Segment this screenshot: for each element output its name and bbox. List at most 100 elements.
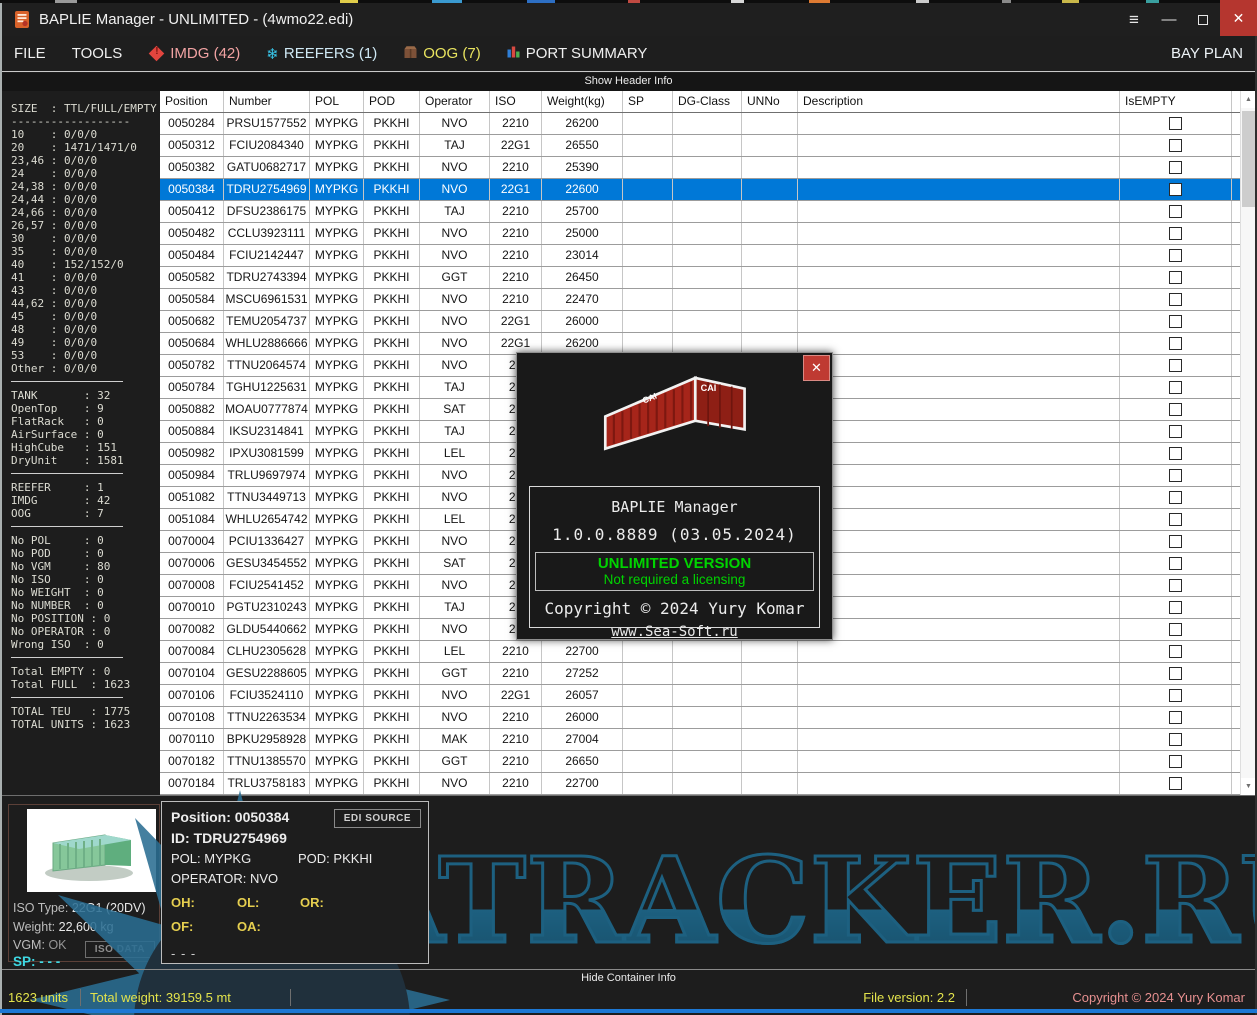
table-row[interactable]: 0050412DFSU2386175MYPKGPKKHITAJ221025700 [160,201,1255,223]
hide-container-info-toggle[interactable]: Hide Container Info [2,969,1255,986]
isempty-checkbox[interactable] [1169,557,1182,570]
column-header-iso[interactable]: ISO [490,91,542,112]
table-row[interactable]: 0050582TDRU2743394MYPKGPKKHIGGT221026450 [160,267,1255,289]
menu-port-summary[interactable]: PORT SUMMARY [507,45,648,62]
column-header-dg-class[interactable]: DG-Class [673,91,742,112]
menu-imdg[interactable]: ! IMDG (42) [148,45,240,62]
dialog-close-button[interactable]: ✕ [803,355,830,381]
edi-source-button[interactable]: EDI SOURCE [334,809,421,828]
sidebar-stat-line: OpenTop : 9 [11,402,160,415]
table-row[interactable]: 0070182TTNU1385570MYPKGPKKHIGGT221026650 [160,751,1255,773]
table-row[interactable]: 0050584MSCU6961531MYPKGPKKHINVO221022470 [160,289,1255,311]
table-row[interactable]: 0050484FCIU2142447MYPKGPKKHINVO221023014 [160,245,1255,267]
vertical-scrollbar[interactable]: ▲ ▼ [1240,91,1255,795]
isempty-checkbox[interactable] [1169,667,1182,680]
isempty-checkbox[interactable] [1169,139,1182,152]
column-header-pod[interactable]: POD [364,91,420,112]
column-header-pol[interactable]: POL [310,91,364,112]
isempty-checkbox[interactable] [1169,161,1182,174]
isempty-checkbox[interactable] [1169,447,1182,460]
sidebar-stat-line: 49 : 0/0/0 [11,336,160,349]
isempty-checkbox[interactable] [1169,645,1182,658]
isempty-checkbox[interactable] [1169,777,1182,790]
column-header-position[interactable]: Position [160,91,224,112]
isempty-checkbox[interactable] [1169,293,1182,306]
cell-sp [623,201,673,222]
menu-tools[interactable]: TOOLS [72,45,123,62]
cell-position: 0050484 [160,245,224,266]
column-header-unno[interactable]: UNNo [742,91,798,112]
table-row[interactable]: 0050384TDRU2754969MYPKGPKKHINVO22G122600 [160,179,1255,201]
isempty-checkbox[interactable] [1169,711,1182,724]
table-row[interactable]: 0050284PRSU1577552MYPKGPKKHINVO221026200 [160,113,1255,135]
minimize-button[interactable]: — [1152,3,1186,36]
cell-dg-class [673,179,742,200]
column-header-number[interactable]: Number [224,91,310,112]
scrollbar-thumb[interactable] [1242,111,1255,207]
scroll-up-button[interactable]: ▲ [1241,91,1255,108]
cell-operator: NVO [420,575,490,596]
isempty-checkbox[interactable] [1169,513,1182,526]
isempty-checkbox[interactable] [1169,491,1182,504]
column-header-weight-kg-[interactable]: Weight(kg) [542,91,623,112]
menu-oog[interactable]: OOG (7) [403,45,481,63]
isempty-checkbox[interactable] [1169,359,1182,372]
isempty-checkbox[interactable] [1169,117,1182,130]
isempty-checkbox[interactable] [1169,271,1182,284]
isempty-checkbox[interactable] [1169,535,1182,548]
table-row[interactable]: 0070108TTNU2263534MYPKGPKKHINVO221026000 [160,707,1255,729]
cell-pod: PKKHI [364,773,420,794]
table-row[interactable]: 0050312FCIU2084340MYPKGPKKHITAJ22G126550 [160,135,1255,157]
table-row[interactable]: 0050482CCLU3923111MYPKGPKKHINVO221025000 [160,223,1255,245]
isempty-checkbox[interactable] [1169,227,1182,240]
isempty-checkbox[interactable] [1169,315,1182,328]
column-header-description[interactable]: Description [798,91,1120,112]
column-header-isempty[interactable]: IsEMPTY [1120,91,1232,112]
cell-dg-class [673,641,742,662]
license-line-2: Not required a licensing [536,572,813,587]
isempty-checkbox[interactable] [1169,623,1182,636]
cell-description [798,707,1120,728]
isempty-checkbox[interactable] [1169,601,1182,614]
cell-description [798,531,1120,552]
close-button[interactable]: ✕ [1220,0,1257,36]
menu-reefers[interactable]: ❄ REEFERS (1) [266,45,377,63]
cell-sp [623,245,673,266]
website-link[interactable]: www.Sea-Soft.ru [530,624,819,640]
cell-iso: 2210 [490,729,542,750]
menu-bay-plan[interactable]: BAY PLAN [1171,36,1243,72]
table-row[interactable]: 0050682TEMU2054737MYPKGPKKHINVO22G126000 [160,311,1255,333]
cell-iso: 2210 [490,289,542,310]
column-header-sp[interactable]: SP [623,91,673,112]
table-row[interactable]: 0070106FCIU3524110MYPKGPKKHINVO22G126057 [160,685,1255,707]
isempty-checkbox[interactable] [1169,425,1182,438]
table-row[interactable]: 0070110BPKU2958928MYPKGPKKHIMAK221027004 [160,729,1255,751]
cell-number: MSCU6961531 [224,289,310,310]
table-row[interactable]: 0050382GATU0682717MYPKGPKKHINVO221025390 [160,157,1255,179]
isempty-checkbox[interactable] [1169,403,1182,416]
table-row[interactable]: 0070184TRLU3758183MYPKGPKKHINVO221022700 [160,773,1255,795]
isempty-checkbox[interactable] [1169,469,1182,482]
isempty-checkbox[interactable] [1169,579,1182,592]
cell-weight-kg-: 26000 [542,311,623,332]
menu-file[interactable]: FILE [14,45,46,62]
iso-data-button[interactable]: ISO DATA [85,941,155,958]
show-header-info-toggle[interactable]: Show Header Info [2,73,1255,91]
cell-position: 0050984 [160,465,224,486]
isempty-checkbox[interactable] [1169,337,1182,350]
maximize-button[interactable] [1186,3,1220,36]
cell-number: TEMU2054737 [224,311,310,332]
isempty-checkbox[interactable] [1169,381,1182,394]
isempty-checkbox[interactable] [1169,755,1182,768]
isempty-checkbox[interactable] [1169,249,1182,262]
isempty-checkbox[interactable] [1169,733,1182,746]
column-header-operator[interactable]: Operator [420,91,490,112]
isempty-checkbox[interactable] [1169,183,1182,196]
scroll-down-button[interactable]: ▼ [1241,778,1255,795]
isempty-checkbox[interactable] [1169,689,1182,702]
iso-type-line: ISO Type: 22G1 (20DV) [13,901,146,915]
table-row[interactable]: 0070084CLHU2305628MYPKGPKKHILEL221022700 [160,641,1255,663]
window-menu-button[interactable]: ≡ [1117,3,1151,36]
isempty-checkbox[interactable] [1169,205,1182,218]
table-row[interactable]: 0070104GESU2288605MYPKGPKKHIGGT221027252 [160,663,1255,685]
